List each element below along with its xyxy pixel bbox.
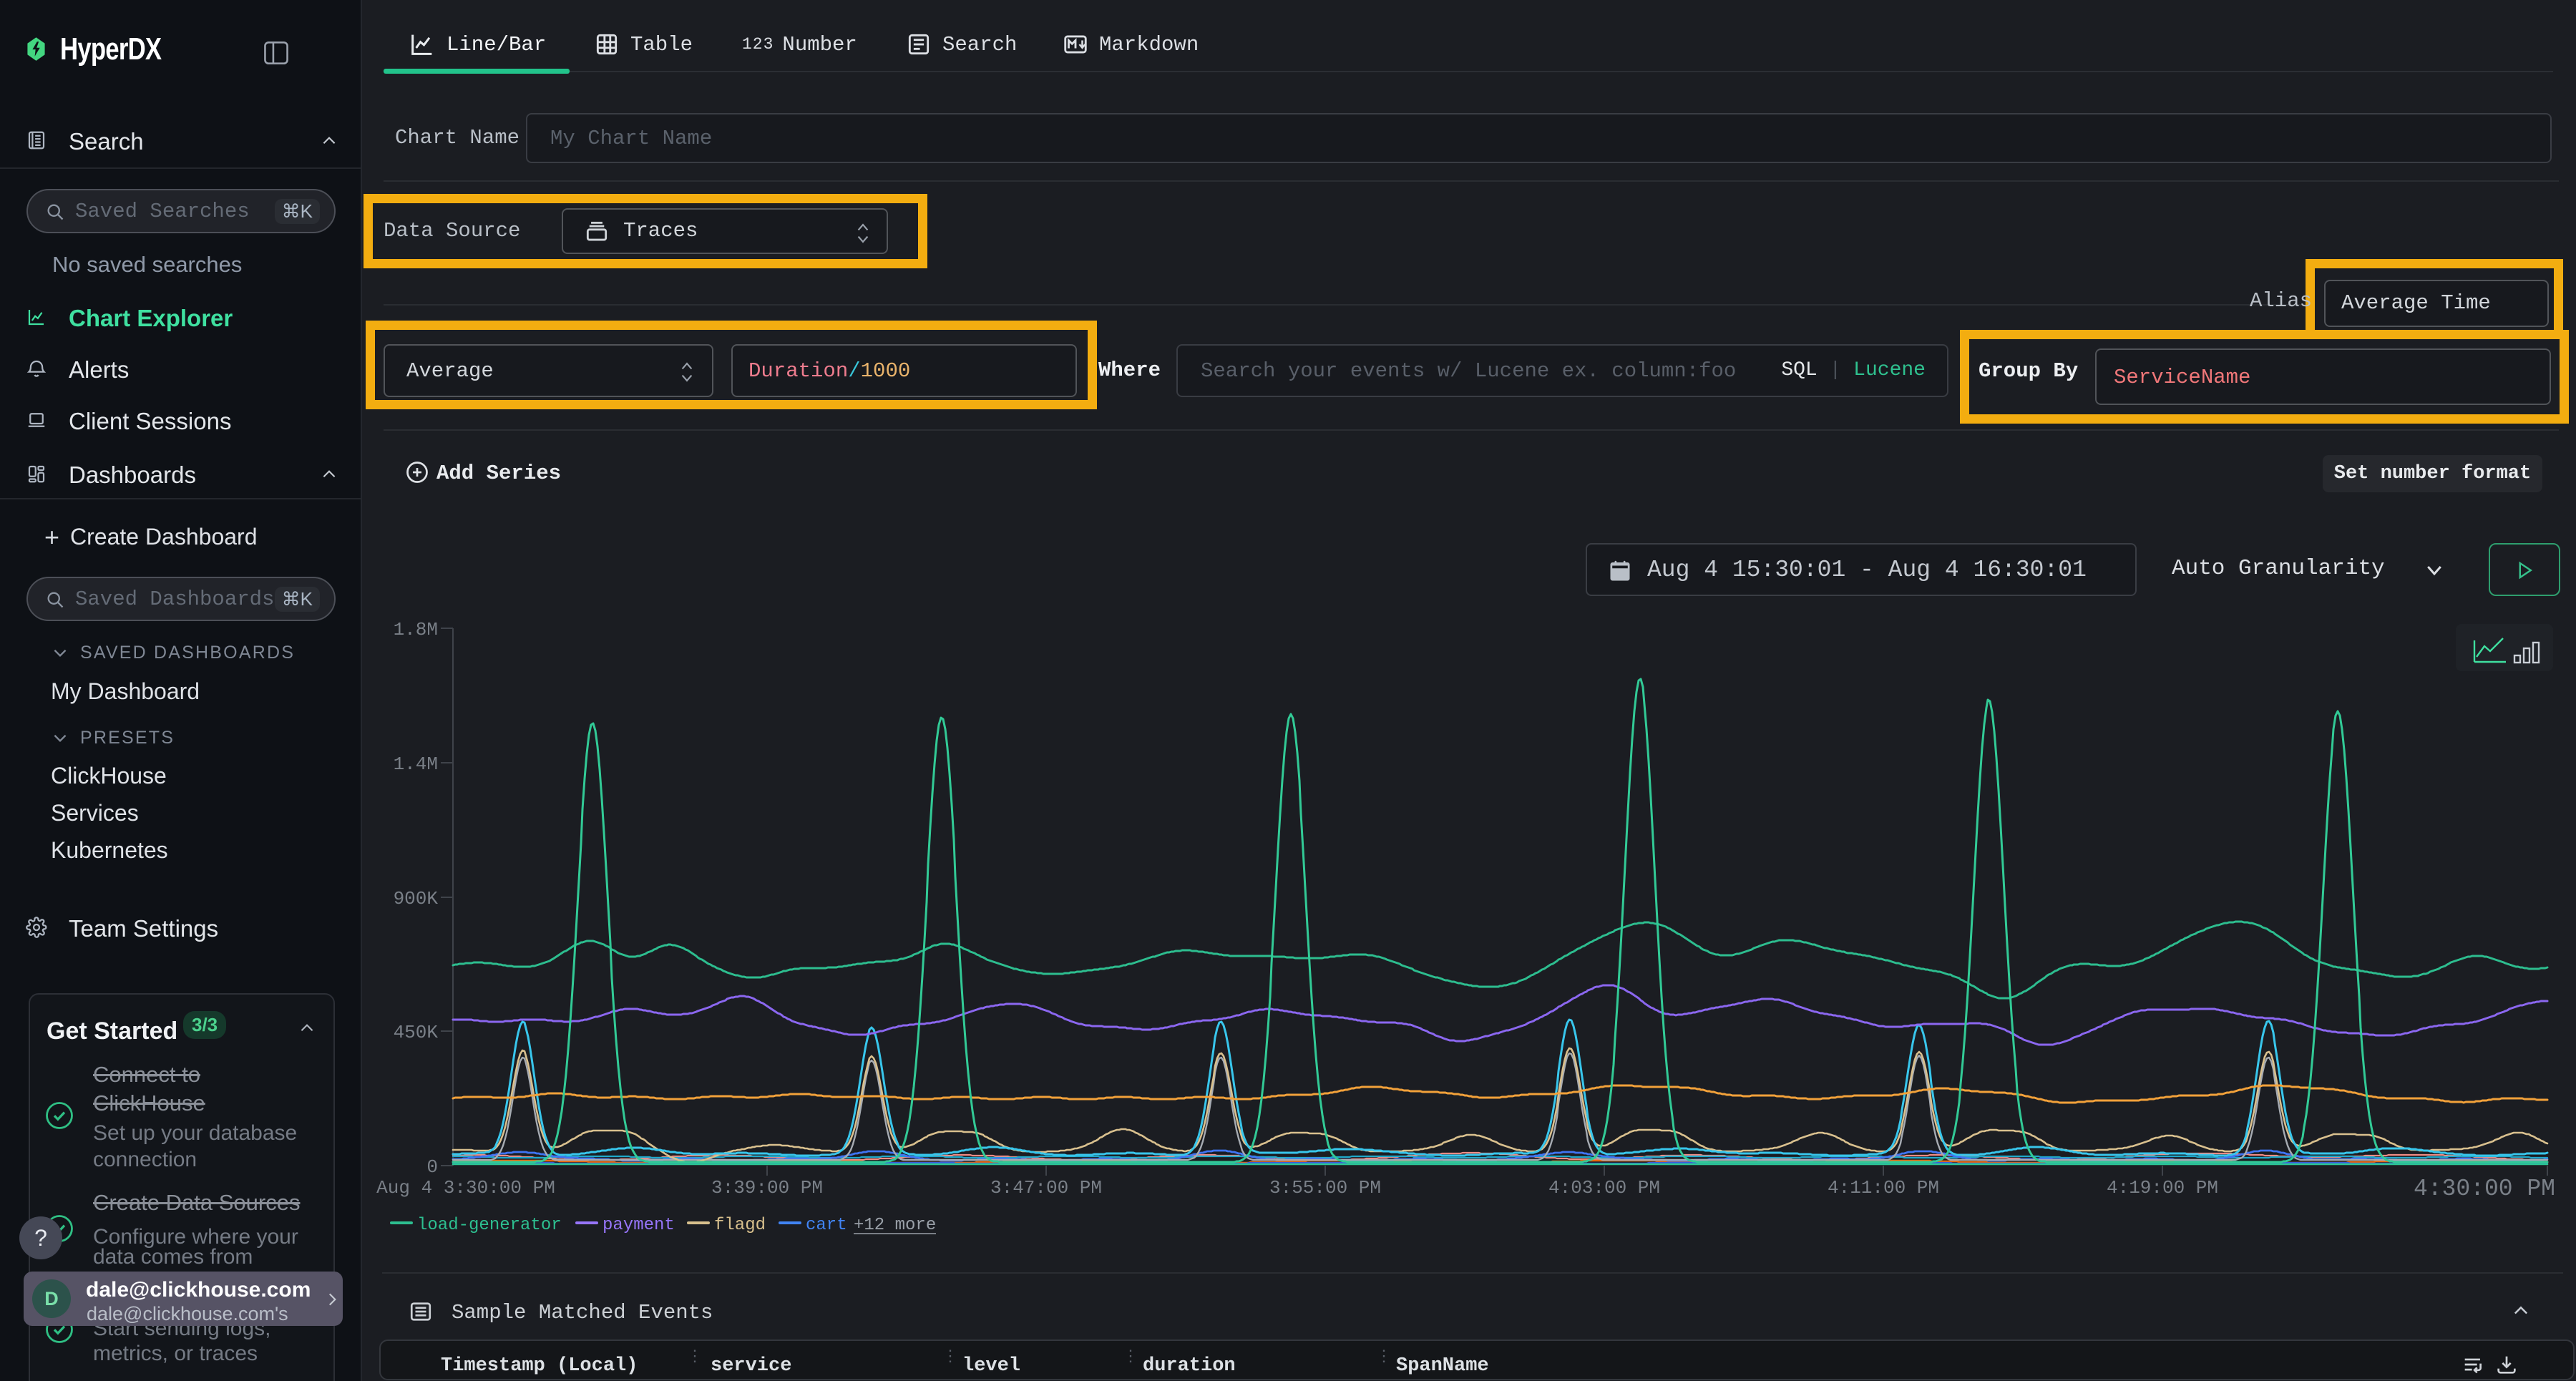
svg-text:4:11:00 PM: 4:11:00 PM bbox=[1828, 1177, 1939, 1199]
svg-text:1.8M: 1.8M bbox=[394, 619, 438, 640]
svg-text:payment: payment bbox=[602, 1216, 675, 1235]
svg-text:3:55:00 PM: 3:55:00 PM bbox=[1269, 1177, 1381, 1199]
svg-text:1.4M: 1.4M bbox=[394, 753, 438, 775]
svg-text:flagd: flagd bbox=[714, 1216, 766, 1235]
svg-text:3:39:00 PM: 3:39:00 PM bbox=[711, 1177, 823, 1199]
svg-text:+12 more: +12 more bbox=[854, 1216, 936, 1235]
svg-text:4:03:00 PM: 4:03:00 PM bbox=[1548, 1177, 1660, 1199]
svg-text:900K: 900K bbox=[394, 888, 439, 909]
svg-text:cart: cart bbox=[806, 1216, 847, 1235]
svg-text:3:47:00 PM: 3:47:00 PM bbox=[990, 1177, 1102, 1199]
svg-text:450K: 450K bbox=[394, 1022, 439, 1043]
svg-text:4:30:00 PM: 4:30:00 PM bbox=[2414, 1176, 2555, 1202]
svg-text:load-generator: load-generator bbox=[417, 1216, 562, 1235]
svg-text:4:19:00 PM: 4:19:00 PM bbox=[2107, 1177, 2218, 1199]
svg-text:Aug 4 3:30:00 PM: Aug 4 3:30:00 PM bbox=[376, 1177, 555, 1199]
svg-text:0: 0 bbox=[426, 1156, 438, 1178]
